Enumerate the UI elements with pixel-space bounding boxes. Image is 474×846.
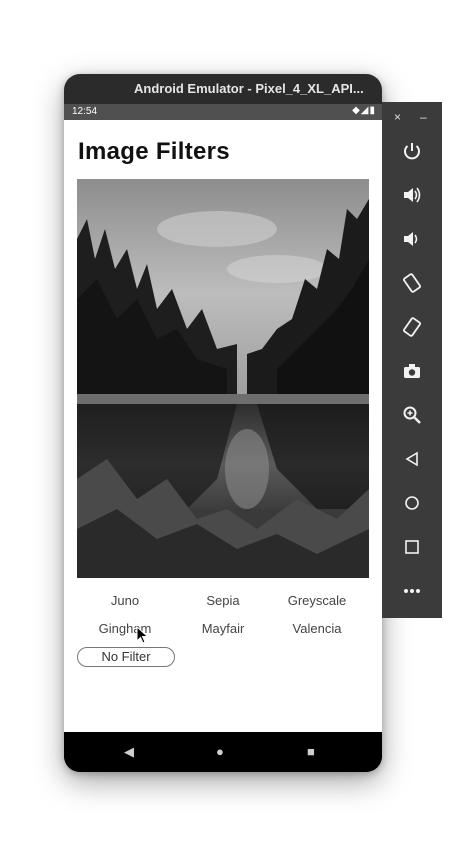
filter-sepia-button[interactable]: Sepia: [175, 590, 271, 612]
emulator-window: Android Emulator - Pixel_4_XL_API... 12:…: [64, 74, 382, 772]
side-panel-header: × –: [382, 102, 442, 132]
volume-down-icon[interactable]: [397, 224, 427, 254]
minimize-icon[interactable]: –: [420, 110, 427, 124]
close-icon[interactable]: ×: [394, 110, 401, 124]
status-time: 12:54: [72, 106, 98, 117]
status-bar: 12:54 ◆◢▮: [64, 104, 382, 120]
emulator-side-panel: × –: [382, 102, 442, 618]
camera-icon[interactable]: [397, 356, 427, 386]
rotate-left-icon[interactable]: [397, 268, 427, 298]
emulator-titlebar: Android Emulator - Pixel_4_XL_API...: [64, 74, 382, 104]
page-title: Image Filters: [78, 138, 230, 165]
no-filter-button[interactable]: No Filter: [77, 647, 175, 667]
back-icon[interactable]: [397, 444, 427, 474]
power-icon[interactable]: [397, 136, 427, 166]
rotate-right-icon[interactable]: [397, 312, 427, 342]
filter-greyscale-button[interactable]: Greyscale: [269, 590, 365, 612]
more-icon[interactable]: [397, 576, 427, 606]
filter-juno-button[interactable]: Juno: [77, 590, 173, 612]
android-nav-bar: ◀ ● ■: [64, 732, 382, 772]
lake-photo: [77, 179, 369, 578]
status-icons: ◆◢▮: [352, 105, 376, 116]
app-screen: Image Filters Juno Sepia Greyscale Gingh…: [64, 120, 382, 732]
filter-gingham-button[interactable]: Gingham: [77, 618, 173, 640]
zoom-icon[interactable]: [397, 400, 427, 430]
nav-back-icon[interactable]: ◀: [124, 744, 134, 760]
filter-valencia-button[interactable]: Valencia: [269, 618, 365, 640]
nav-recents-icon[interactable]: ■: [307, 744, 315, 759]
emulator-title: Android Emulator - Pixel_4_XL_API...: [134, 81, 364, 96]
overview-icon[interactable]: [397, 532, 427, 562]
nav-home-icon[interactable]: ●: [216, 744, 224, 759]
mouse-pointer-icon: [136, 626, 149, 644]
lake-forest-image: [77, 179, 369, 578]
volume-up-icon[interactable]: [397, 180, 427, 210]
filter-mayfair-button[interactable]: Mayfair: [175, 618, 271, 640]
home-icon[interactable]: [397, 488, 427, 518]
